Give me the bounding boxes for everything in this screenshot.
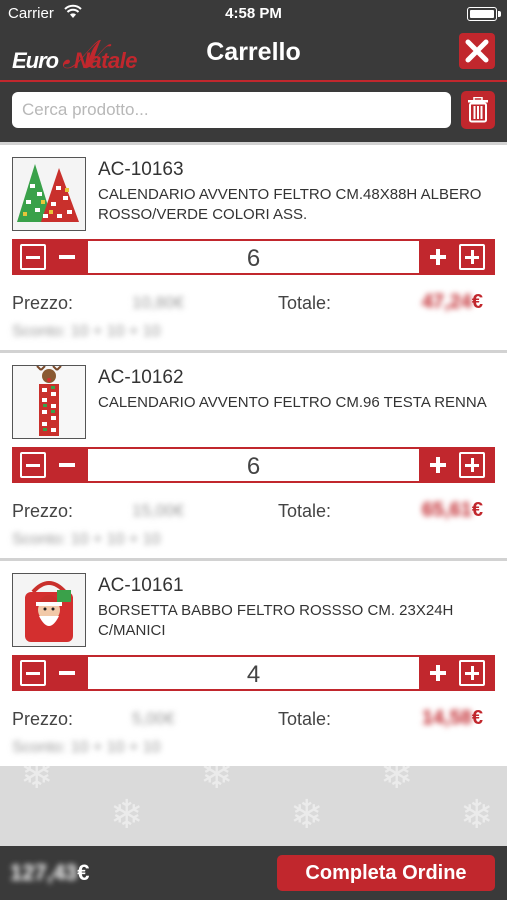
status-bar: Carrier 4:58 PM bbox=[0, 0, 507, 28]
currency-symbol: € bbox=[77, 860, 90, 885]
decrease-button[interactable] bbox=[54, 452, 80, 478]
cart-item: AC-10162 CALENDARIO AVVENTO FELTRO CM.96… bbox=[0, 350, 507, 558]
total-value: 65,61€ bbox=[422, 499, 483, 522]
total-value: 47,24€ bbox=[422, 291, 483, 314]
decrease-button[interactable] bbox=[54, 244, 80, 270]
total-amount: 65,61 bbox=[421, 499, 472, 521]
total-value: 14,58€ bbox=[422, 707, 483, 730]
snowflake-icon: ❄ bbox=[290, 793, 324, 837]
decrease-group bbox=[14, 241, 88, 273]
price-value: 10,80€ bbox=[132, 293, 184, 312]
search-bar bbox=[0, 82, 507, 142]
discount-text: Sconto: 10 + 10 + 10 bbox=[12, 531, 161, 548]
product-image[interactable] bbox=[12, 365, 86, 439]
product-image[interactable] bbox=[12, 157, 86, 231]
increase-button[interactable] bbox=[425, 660, 451, 686]
cart-item: AC-10161 BORSETTA BABBO FELTRO ROSSSO CM… bbox=[0, 558, 507, 766]
increase-fast-button[interactable] bbox=[459, 244, 485, 270]
decrease-group bbox=[14, 449, 88, 481]
snowflake-icon: ❄ bbox=[20, 766, 54, 797]
increase-fast-button[interactable] bbox=[459, 452, 485, 478]
decrease-group bbox=[14, 657, 88, 689]
price-value: 5,00€ bbox=[132, 709, 175, 728]
product-code: AC-10161 bbox=[98, 575, 184, 596]
increase-group bbox=[419, 449, 493, 481]
quantity-stepper: 6 bbox=[12, 447, 495, 483]
quantity-value[interactable]: 6 bbox=[88, 245, 419, 273]
complete-order-button[interactable]: Completa Ordine bbox=[277, 855, 495, 891]
total-label: Totale: bbox=[278, 293, 332, 313]
product-description: CALENDARIO AVVENTO FELTRO CM.96 TESTA RE… bbox=[98, 394, 487, 411]
quantity-stepper: 6 bbox=[12, 239, 495, 275]
increase-fast-button[interactable] bbox=[459, 660, 485, 686]
christmas-tree-icon bbox=[13, 158, 85, 230]
price-value: 15,00€ bbox=[132, 501, 184, 520]
cart-item: AC-10163 CALENDARIO AVVENTO FELTRO CM.48… bbox=[0, 142, 507, 350]
product-code: AC-10163 bbox=[98, 159, 184, 180]
currency-symbol: € bbox=[471, 499, 483, 521]
checkout-bar: 127,43€ Completa Ordine bbox=[0, 846, 507, 900]
decrease-button[interactable] bbox=[54, 660, 80, 686]
quantity-value[interactable]: 4 bbox=[88, 661, 419, 689]
quantity-stepper: 4 bbox=[12, 655, 495, 691]
trash-icon bbox=[468, 97, 488, 123]
product-description: BORSETTA BABBO FELTRO ROSSSO CM. 23X24H … bbox=[98, 602, 454, 639]
total-amount: 14,58 bbox=[421, 707, 472, 729]
close-button[interactable] bbox=[459, 33, 495, 69]
total-amount: 47,24 bbox=[421, 291, 472, 313]
clear-cart-button[interactable] bbox=[461, 91, 495, 129]
price-label: Prezzo: bbox=[12, 293, 74, 313]
page-title: Carrello bbox=[206, 38, 301, 66]
discount-text: Sconto: 10 + 10 + 10 bbox=[12, 323, 161, 340]
clock: 4:58 PM bbox=[225, 5, 282, 22]
grand-total: 127,43€ bbox=[10, 860, 90, 886]
decrease-fast-button[interactable] bbox=[20, 244, 46, 270]
cart-list: AC-10163 CALENDARIO AVVENTO FELTRO CM.48… bbox=[0, 142, 507, 766]
close-icon bbox=[465, 39, 489, 63]
quantity-value[interactable]: 6 bbox=[88, 453, 419, 481]
product-code: AC-10162 bbox=[98, 367, 184, 388]
product-description: CALENDARIO AVVENTO FELTRO CM.48X88H ALBE… bbox=[98, 186, 482, 223]
price-label: Prezzo: bbox=[12, 501, 74, 521]
nav-bar: 𝒩 Euro Natale Carrello bbox=[0, 28, 507, 80]
grand-total-amount: 127,43 bbox=[10, 860, 78, 885]
total-label: Totale: bbox=[278, 501, 332, 521]
snowflake-icon: ❄ bbox=[200, 766, 234, 797]
currency-symbol: € bbox=[471, 291, 483, 313]
snowflake-icon: ❄ bbox=[380, 766, 414, 797]
snowflake-icon: ❄ bbox=[460, 793, 494, 837]
santa-bag-icon bbox=[13, 574, 85, 646]
search-input[interactable] bbox=[12, 92, 451, 128]
increase-button[interactable] bbox=[425, 452, 451, 478]
reindeer-icon bbox=[13, 366, 85, 438]
battery-icon bbox=[467, 7, 501, 21]
increase-group bbox=[419, 657, 493, 689]
currency-symbol: € bbox=[471, 707, 483, 729]
snowflake-icon: ❄ bbox=[110, 793, 144, 837]
product-image[interactable] bbox=[12, 573, 86, 647]
increase-button[interactable] bbox=[425, 244, 451, 270]
total-label: Totale: bbox=[278, 709, 332, 729]
discount-text: Sconto: 10 + 10 + 10 bbox=[12, 739, 161, 756]
snowflake-background: ❄ ❄ ❄ ❄ ❄ ❄ bbox=[0, 766, 507, 846]
price-label: Prezzo: bbox=[12, 709, 74, 729]
decrease-fast-button[interactable] bbox=[20, 660, 46, 686]
increase-group bbox=[419, 241, 493, 273]
decrease-fast-button[interactable] bbox=[20, 452, 46, 478]
